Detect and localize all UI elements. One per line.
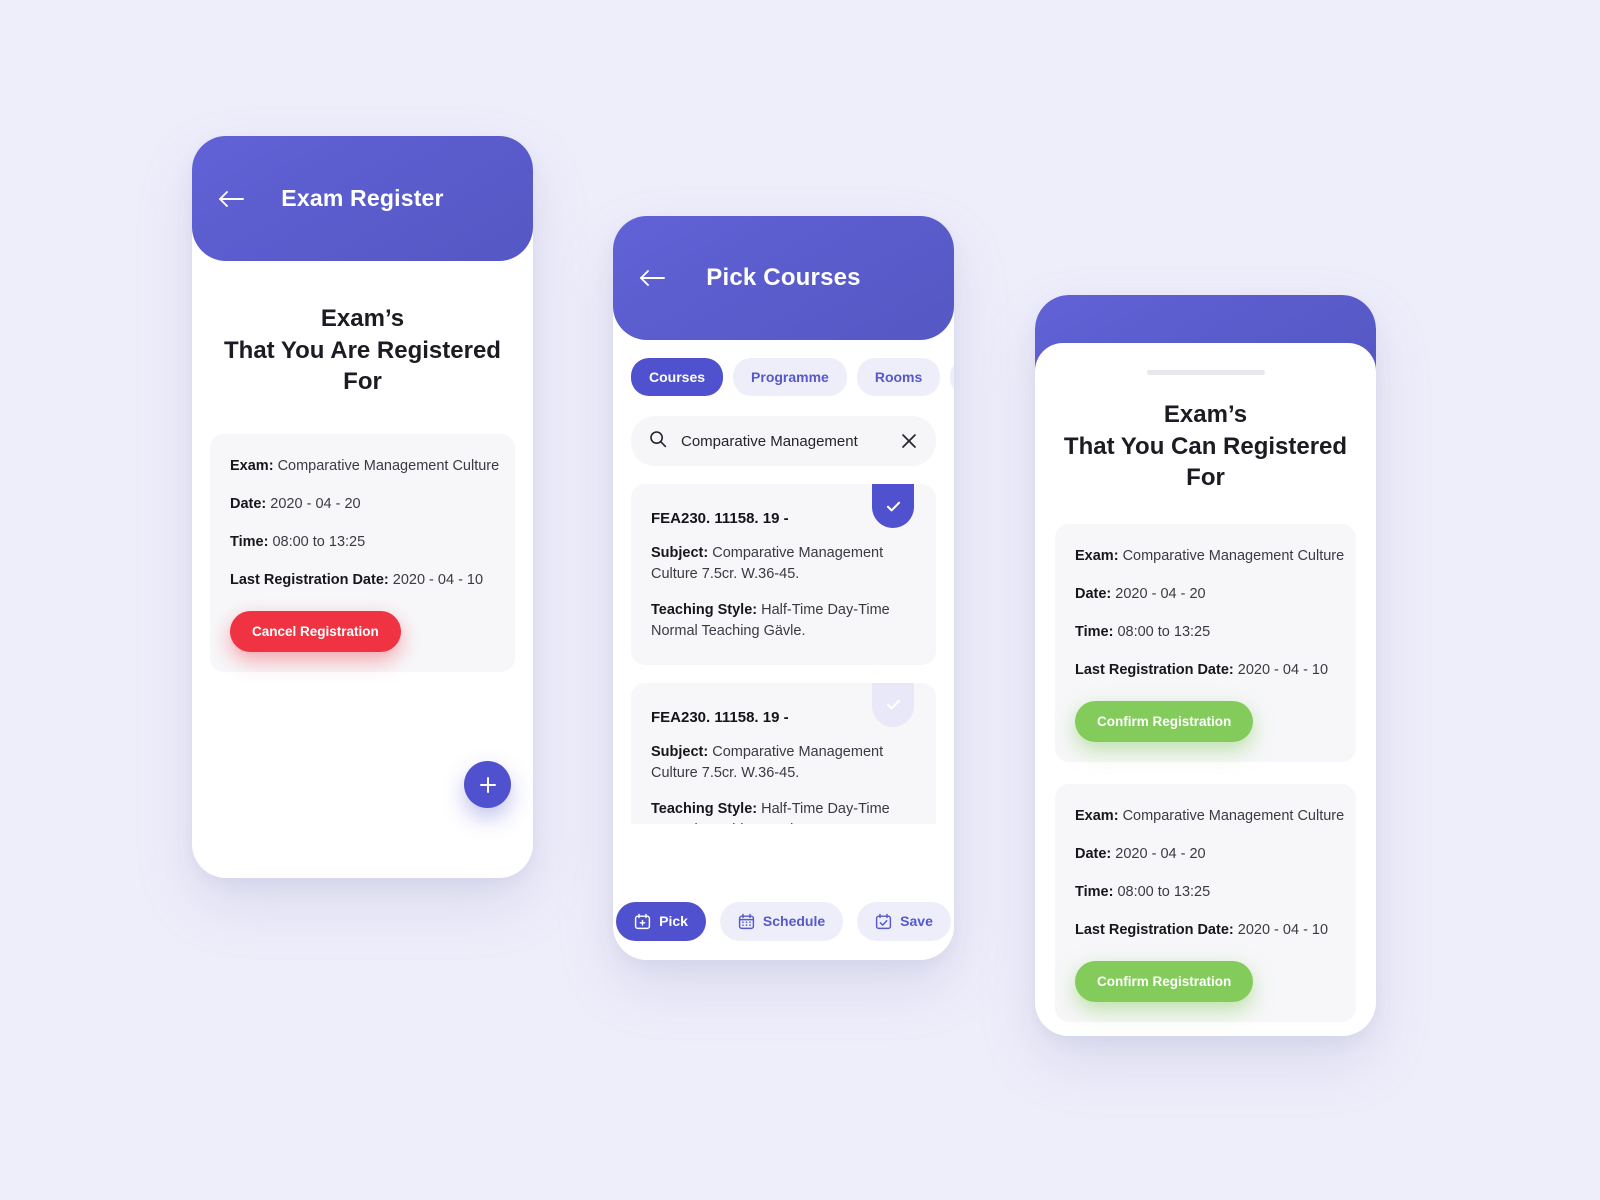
schedule-button-label: Schedule	[762, 913, 826, 929]
available-exam-card: Exam: Comparative Management Culture Dat…	[1055, 784, 1356, 1023]
tab-rooms[interactable]: Rooms	[856, 358, 941, 396]
exam-value: Comparative Management Culture	[1122, 548, 1345, 565]
search-icon	[649, 430, 667, 453]
last-registration-row: Last Registration Date: 2020 - 04 - 10	[230, 570, 495, 591]
tab-courses[interactable]: Courses	[631, 358, 724, 396]
date-label: Date:	[1075, 846, 1112, 863]
calendar-grid-icon	[738, 913, 755, 929]
time-label: Time:	[1075, 624, 1114, 641]
confirm-registration-button[interactable]: Confirm Registration	[1075, 961, 1254, 1003]
bottom-action-bar: Pick Schedule Save	[613, 882, 954, 960]
save-button-label: Save	[900, 913, 933, 929]
exam-row: Exam: Comparative Management Culture	[1075, 806, 1344, 827]
save-button[interactable]: Save	[857, 901, 951, 941]
date-value: 2020 - 04 - 20	[270, 496, 361, 513]
exam-value: Comparative Management Culture	[277, 458, 500, 475]
exam-value: Comparative Management Culture	[1122, 808, 1345, 825]
time-value: 08:00 to 13:25	[272, 534, 366, 551]
filter-tabs: Courses Programme Rooms S	[613, 340, 954, 396]
course-teaching-row: Teaching Style: Half-Time Day-Time Norma…	[651, 600, 916, 643]
course-subject-row: Subject: Comparative Management Culture …	[651, 543, 916, 586]
course-teaching-label: Teaching Style:	[651, 800, 758, 817]
date-label: Date:	[230, 496, 267, 513]
exam-label: Exam:	[1075, 808, 1119, 825]
last-registration-row: Last Registration Date: 2020 - 04 - 10	[1075, 660, 1336, 681]
exam-label: Exam:	[230, 458, 274, 475]
time-row: Time: 08:00 to 13:25	[1075, 882, 1336, 903]
page-title: Exam’s That You Can Registered For	[1057, 399, 1354, 494]
screen2-title: Pick Courses	[706, 264, 861, 291]
date-row: Date: 2020 - 04 - 20	[1075, 844, 1336, 865]
search-input[interactable]: Comparative Management	[681, 433, 886, 450]
exam-label: Exam:	[1075, 548, 1119, 565]
pick-button-label: Pick	[659, 913, 688, 929]
course-teaching-label: Teaching Style:	[651, 601, 758, 618]
course-subject-row: Subject: Comparative Management Culture …	[651, 742, 916, 785]
plus-icon	[479, 776, 496, 793]
bottom-sheet: Exam’s That You Can Registered For Exam:…	[1035, 343, 1376, 1036]
course-subject-label: Subject:	[651, 743, 709, 760]
date-row: Date: 2020 - 04 - 20	[230, 494, 495, 515]
course-teaching-row: Teaching Style: Half-Time Day-Time Norma…	[651, 799, 916, 824]
time-label: Time:	[230, 534, 269, 551]
arrow-left-icon[interactable]	[216, 184, 246, 214]
time-row: Time: 08:00 to 13:25	[230, 532, 495, 553]
search-bar[interactable]: Comparative Management	[631, 416, 936, 466]
last-registration-label: Last Registration Date:	[1075, 922, 1234, 939]
exam-row: Exam: Comparative Management Culture	[230, 456, 499, 477]
calendar-check-icon	[876, 913, 892, 929]
last-registration-row: Last Registration Date: 2020 - 04 - 10	[1075, 920, 1336, 941]
last-registration-value: 2020 - 04 - 10	[1237, 662, 1329, 679]
time-label: Time:	[1075, 884, 1114, 901]
date-value: 2020 - 04 - 20	[1115, 586, 1206, 603]
check-icon	[886, 501, 900, 511]
course-card[interactable]: FEA230. 11158. 19 - Subject: Comparative…	[631, 682, 936, 824]
page-title-line2: That You Can Registered For	[1063, 432, 1348, 492]
phone-screen-pick-courses: Pick Courses Courses Programme Rooms S C…	[613, 216, 954, 960]
course-card[interactable]: FEA230. 11158. 19 - Subject: Comparative…	[631, 484, 936, 665]
cancel-registration-button[interactable]: Cancel Registration	[230, 611, 401, 653]
calendar-plus-icon	[634, 913, 651, 929]
course-list[interactable]: FEA230. 11158. 19 - Subject: Comparative…	[631, 484, 936, 824]
time-row: Time: 08:00 to 13:25	[1075, 622, 1336, 643]
last-registration-value: 2020 - 04 - 10	[392, 572, 484, 589]
screen2-header: Pick Courses	[613, 216, 954, 340]
phone-screen-available-exams: Exam’s That You Can Registered For Exam:…	[1035, 295, 1376, 1036]
date-value: 2020 - 04 - 20	[1115, 846, 1206, 863]
tab-subjects[interactable]: S	[950, 358, 954, 396]
phone-screen-exam-register: Exam Register Exam’s That You Are Regist…	[192, 136, 533, 878]
page-title-line1: Exam’s	[320, 305, 405, 332]
last-registration-label: Last Registration Date:	[1075, 662, 1234, 679]
time-value: 08:00 to 13:25	[1117, 884, 1211, 901]
course-selected-badge[interactable]	[872, 682, 914, 727]
date-label: Date:	[1075, 586, 1112, 603]
confirm-registration-button[interactable]: Confirm Registration	[1075, 701, 1254, 743]
arrow-left-icon[interactable]	[637, 263, 667, 293]
course-subject-label: Subject:	[651, 545, 709, 561]
last-registration-value: 2020 - 04 - 10	[1237, 922, 1329, 939]
last-registration-label: Last Registration Date:	[230, 572, 389, 589]
course-selected-badge[interactable]	[872, 484, 914, 528]
exam-row: Exam: Comparative Management Culture	[1075, 546, 1344, 567]
screens-canvas: Exam Register Exam’s That You Are Regist…	[0, 0, 1600, 1200]
add-exam-fab[interactable]	[464, 761, 511, 808]
page-title-line2: That You Are Registered For	[224, 336, 501, 396]
date-row: Date: 2020 - 04 - 20	[1075, 584, 1336, 605]
check-icon	[886, 700, 900, 710]
page-title: Exam’s That You Are Registered For	[214, 303, 511, 398]
schedule-button[interactable]: Schedule	[719, 901, 844, 941]
tab-programme[interactable]: Programme	[733, 358, 847, 396]
registered-exam-card: Exam: Comparative Management Culture Dat…	[210, 434, 515, 673]
screen1-header: Exam Register	[192, 136, 533, 261]
time-value: 08:00 to 13:25	[1117, 624, 1211, 641]
pick-button[interactable]: Pick	[616, 901, 706, 941]
available-exam-card: Exam: Comparative Management Culture Dat…	[1055, 524, 1356, 763]
screen1-title: Exam Register	[281, 185, 444, 211]
page-title-line1: Exam’s	[1163, 401, 1248, 428]
close-icon[interactable]	[900, 432, 918, 450]
